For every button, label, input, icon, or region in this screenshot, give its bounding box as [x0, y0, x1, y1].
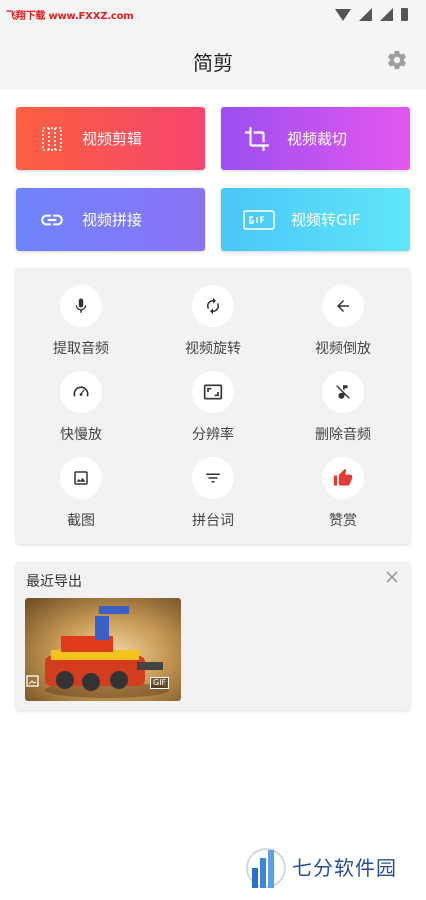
tool-donate[interactable]: 赞赏 — [283, 457, 403, 530]
gear-icon[interactable] — [386, 49, 408, 71]
brand-text: 七分软件园 — [292, 855, 397, 880]
image-icon — [60, 457, 102, 499]
music-off-icon — [322, 371, 364, 413]
status-icons — [335, 8, 408, 21]
video-edit-card[interactable]: 视频剪辑 — [16, 107, 205, 170]
tool-label: 删除音频 — [315, 427, 371, 443]
recent-exports-title: 最近导出 — [26, 574, 82, 590]
video-merge-label: 视频拼接 — [82, 211, 143, 229]
signal-icon — [359, 8, 372, 21]
brand-watermark: 七分软件园 — [244, 842, 397, 890]
tools-panel: 提取音频 视频旋转 视频倒放 快慢放 分辨率 删除音频 截图 拼台词 赞赏 — [16, 268, 410, 544]
recent-exports-panel: 最近导出 GIF — [16, 562, 410, 710]
video-edit-label: 视频剪辑 — [82, 130, 143, 148]
gif-badge: GIF — [150, 677, 170, 689]
arrow-left-icon — [322, 285, 364, 327]
video-merge-card[interactable]: 视频拼接 — [16, 188, 205, 251]
tool-label: 截图 — [67, 513, 95, 529]
rotate-icon — [192, 285, 234, 327]
microphone-icon — [60, 285, 102, 327]
aspect-ratio-icon — [192, 371, 234, 413]
video-to-gif-card[interactable]: 视频转GIF — [221, 188, 410, 251]
watermark-text: 飞翔下载 www.FXXZ.com — [6, 11, 134, 22]
speedometer-icon — [60, 371, 102, 413]
wifi-icon — [335, 8, 351, 21]
recent-export-thumbnail[interactable]: GIF — [25, 598, 181, 701]
tool-rotate-video[interactable]: 视频旋转 — [153, 285, 273, 358]
tool-label: 视频旋转 — [185, 341, 241, 357]
video-crop-card[interactable]: 视频裁切 — [221, 107, 410, 170]
brand-logo — [246, 848, 286, 888]
tool-remove-audio[interactable]: 删除音频 — [283, 371, 403, 444]
tool-speed[interactable]: 快慢放 — [21, 371, 141, 444]
tool-screenshot[interactable]: 截图 — [21, 457, 141, 530]
video-crop-label: 视频裁切 — [287, 130, 348, 148]
app-bar: 简剪 — [0, 28, 426, 90]
film-strip-icon — [38, 125, 66, 153]
tool-label: 提取音频 — [53, 341, 109, 357]
tool-label: 视频倒放 — [315, 341, 371, 357]
page-title: 简剪 — [193, 51, 233, 75]
tool-label: 拼台词 — [192, 513, 234, 529]
thumbs-up-icon — [322, 457, 364, 499]
tool-label: 赞赏 — [329, 513, 357, 529]
tool-resolution[interactable]: 分辨率 — [153, 371, 273, 444]
link-icon — [38, 206, 66, 234]
tool-extract-audio[interactable]: 提取音频 — [21, 285, 141, 358]
signal-icon — [380, 8, 393, 21]
tool-reverse-video[interactable]: 视频倒放 — [283, 285, 403, 358]
gif-icon — [243, 206, 275, 234]
battery-icon — [401, 8, 408, 21]
tool-label: 快慢放 — [60, 427, 102, 443]
video-to-gif-label: 视频转GIF — [291, 211, 361, 229]
status-bar: 飞翔下载 www.FXXZ.com — [0, 0, 426, 28]
close-icon[interactable] — [384, 569, 400, 585]
tool-subtitle-stitch[interactable]: 拼台词 — [153, 457, 273, 530]
crop-icon — [243, 125, 271, 153]
image-type-icon — [26, 675, 39, 687]
tool-label: 分辨率 — [192, 427, 234, 443]
filter-lines-icon — [192, 457, 234, 499]
